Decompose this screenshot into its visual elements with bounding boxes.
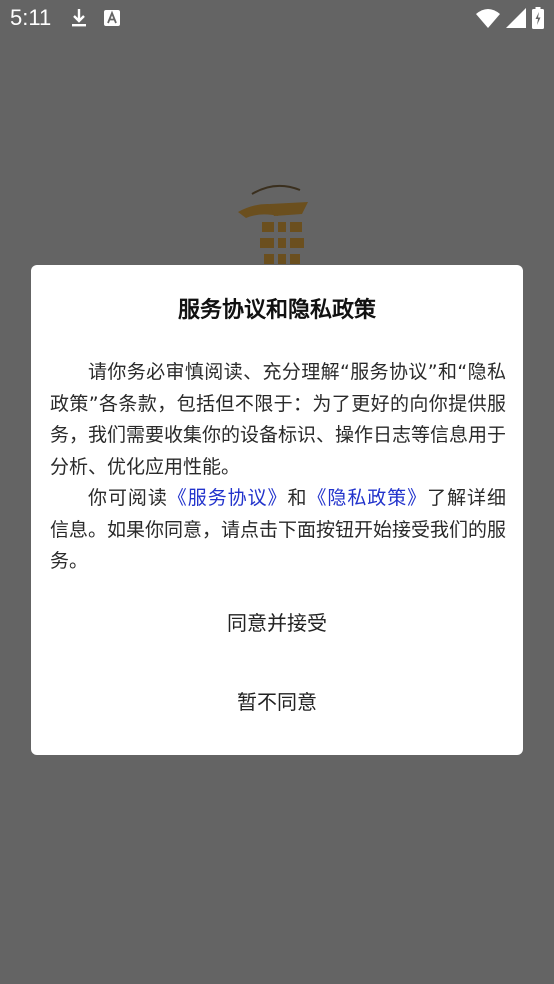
paragraph-2-prefix: 你可阅读 [88,487,168,509]
download-icon [72,9,86,27]
signal-icon [506,8,526,28]
agreement-dialog: 服务协议和隐私政策 请你务必审慎阅读、充分理解“服务协议”和“隐私政策”各条款，… [31,265,523,755]
status-notification-icons [70,8,120,28]
status-time: 5:11 [10,5,52,30]
service-agreement-link[interactable]: 《服务协议》 [168,487,288,509]
dialog-title: 服务协议和隐私政策 [177,298,376,323]
status-system-icons [476,6,544,30]
dialog-paragraph-2: 你可阅读《服务协议》和《隐私政策》了解详细信息。如果你同意，请点击下面按钮开始接… [50,483,506,578]
dialog-paragraph-1: 请你务必审慎阅读、充分理解“服务协议”和“隐私政策”各条款，包括但不限于：为了更… [50,361,507,478]
battery-icon [532,7,544,29]
privacy-policy-link[interactable]: 《隐私政策》 [307,487,427,509]
paragraph-2-and: 和 [287,487,308,509]
text-a-icon [104,10,120,26]
dialog-body: 请你务必审慎阅读、充分理解“服务协议”和“隐私政策”各条款，包括但不限于：为了更… [50,357,506,578]
decline-button[interactable]: 暂不同意 [31,677,523,727]
status-bar: 5:11 [0,0,554,36]
app-logo-icon [238,184,308,264]
wifi-icon [476,9,500,28]
agree-button[interactable]: 同意并接受 [31,598,523,648]
